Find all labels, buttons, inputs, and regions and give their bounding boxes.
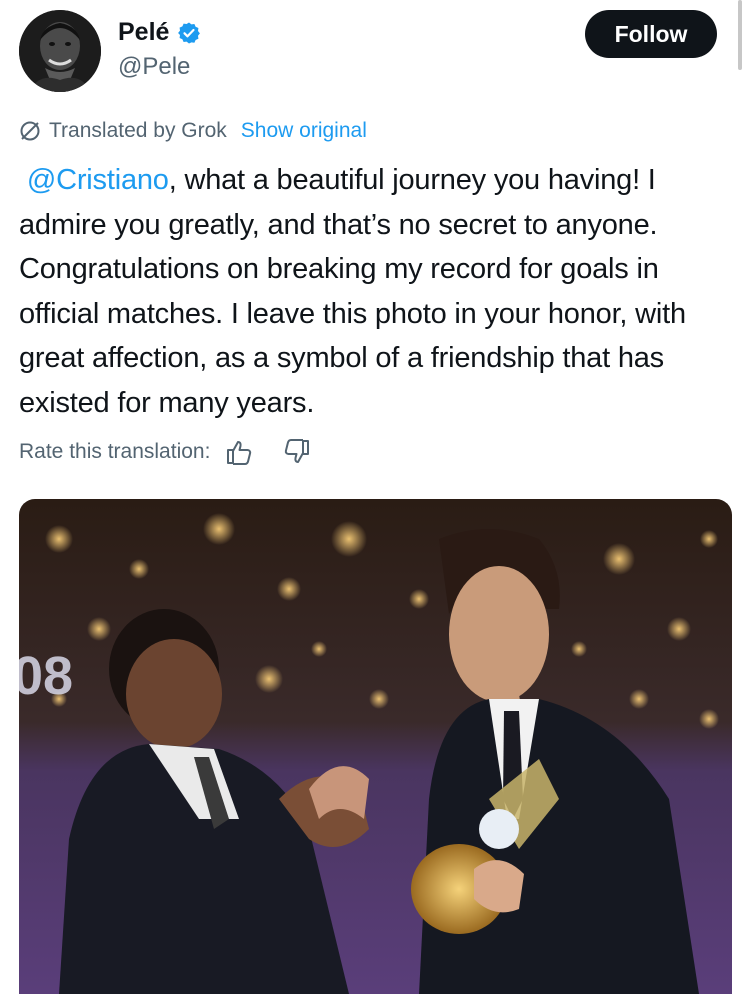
author-handle[interactable]: @Pele [118, 53, 190, 81]
thumbs-up-icon[interactable] [224, 437, 254, 467]
rate-translation: Rate this translation: [19, 437, 312, 467]
rate-translation-label: Rate this translation: [19, 440, 211, 463]
show-original-link[interactable]: Show original [241, 119, 367, 143]
follow-button[interactable]: Follow [585, 10, 717, 58]
avatar[interactable] [19, 10, 101, 92]
tweet-body: , what a beautiful journey you having! I… [19, 164, 686, 419]
translate-slash-icon [19, 120, 41, 142]
tweet-header: Pelé @Pele Follow [0, 0, 750, 100]
verified-badge-icon [177, 21, 201, 45]
tweet-text: @Cristiano, what a beautiful journey you… [19, 158, 734, 425]
mention-link[interactable]: @Cristiano [27, 164, 169, 196]
translation-info: Translated by Grok Show original [19, 119, 367, 143]
tweet-photo[interactable]: 08 [19, 499, 732, 994]
scrollbar[interactable] [738, 0, 742, 70]
author-name[interactable]: Pelé [118, 18, 169, 47]
avatar-image [19, 10, 101, 92]
photo-background-text: 08 [19, 646, 73, 706]
author-name-row[interactable]: Pelé [118, 18, 201, 47]
photo-image: 08 [19, 499, 732, 994]
thumbs-down-icon[interactable] [282, 437, 312, 467]
translated-by-label: Translated by Grok [49, 119, 227, 142]
